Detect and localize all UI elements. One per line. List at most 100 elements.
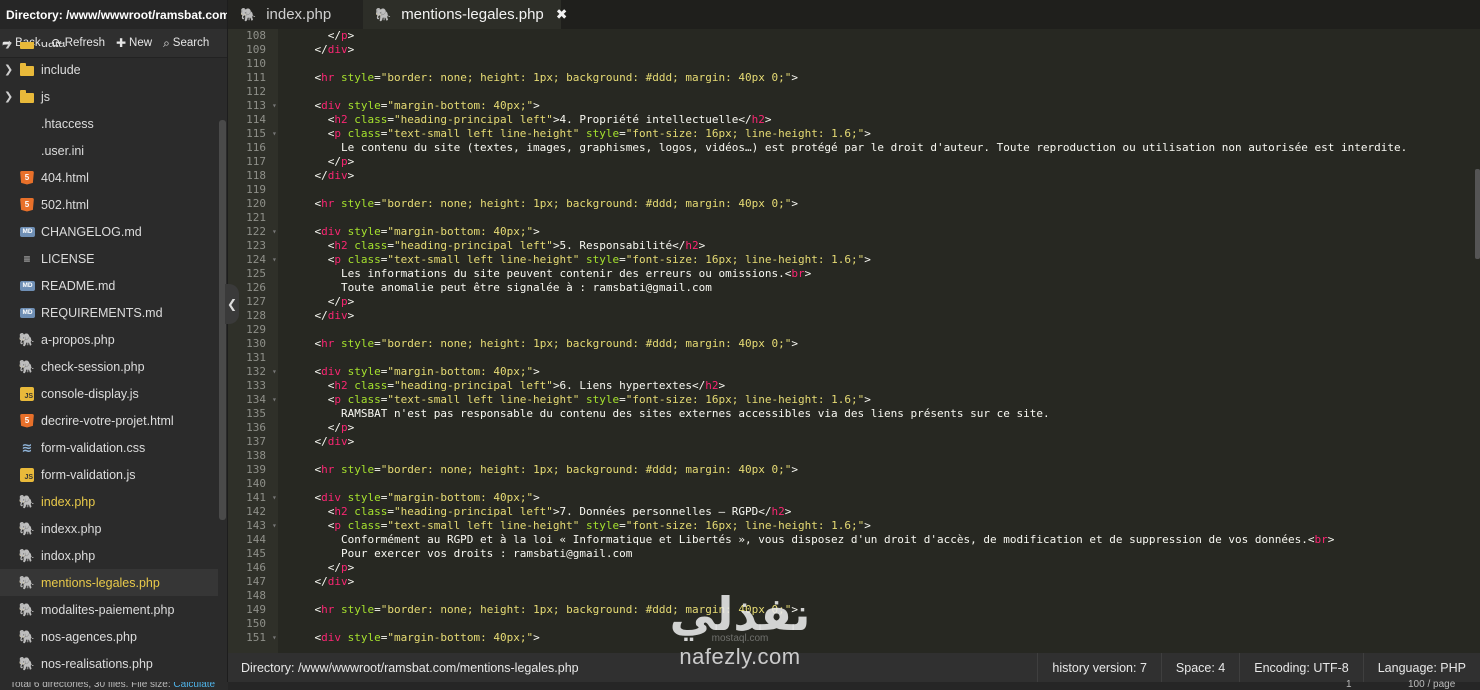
tree-item-js[interactable]: ❯ js xyxy=(0,83,218,110)
code-line[interactable]: 149 <hr style="border: none; height: 1px… xyxy=(246,603,1470,617)
editor-scrollbar[interactable] xyxy=(1475,169,1480,259)
code-token: Pour exercer vos droits : ramsbati@gmail… xyxy=(288,547,633,560)
fold-arrow-icon[interactable]: ▾ xyxy=(272,127,277,141)
chevron-right-icon[interactable]: ❯ xyxy=(4,63,14,76)
tree-item-label: a-propos.php xyxy=(41,332,115,347)
code-token: Les informations du site peuvent conteni… xyxy=(288,267,792,280)
code-line[interactable]: 113 ▾ <div style="margin-bottom: 40px;"> xyxy=(246,99,1470,113)
tree-item-a-propos[interactable]: 🐘 a-propos.php xyxy=(0,326,218,353)
code-line[interactable]: 115 ▾ <p class = "text-small left line-heig… xyxy=(246,127,1470,141)
tree-item-form-validation-js[interactable]: JS form-validation.js xyxy=(0,461,218,488)
calculate-link[interactable]: Calculate xyxy=(173,682,215,690)
tree-item-requirements[interactable]: MD REQUIREMENTS.md xyxy=(0,299,218,326)
code-editor[interactable]: 108 </p> 109 </div> 110 111 <hr style="bord… xyxy=(228,29,1480,653)
tree-item-nos-realisations[interactable]: 🐘 nos-realisations.php xyxy=(0,650,218,677)
tree-item-changelog[interactable]: MD CHANGELOG.md xyxy=(0,218,218,245)
code-line[interactable]: 126 Toute anomalie peut être signalée à … xyxy=(246,281,1470,295)
fold-arrow-icon[interactable]: ▾ xyxy=(272,491,277,505)
code-line[interactable]: 110 xyxy=(246,57,1470,71)
tree-item-include[interactable]: ❯ include xyxy=(0,56,218,83)
chevron-right-icon[interactable]: ❯ xyxy=(4,90,14,103)
code-line[interactable]: 131 xyxy=(246,351,1470,365)
tree-item-indexx-php[interactable]: 🐘 indexx.php xyxy=(0,515,218,542)
code-line[interactable]: 112 xyxy=(246,85,1470,99)
code-line[interactable]: 150 xyxy=(246,617,1470,631)
per-page-select[interactable]: 100 / page xyxy=(1408,680,1455,690)
code-token: class xyxy=(347,519,381,532)
code-line[interactable]: 108 </p> xyxy=(246,29,1470,43)
tree-item-502-html[interactable]: 5 502.html xyxy=(0,191,218,218)
code-line[interactable]: 118 </div> xyxy=(246,169,1470,183)
tree-item-data[interactable]: ❯ data xyxy=(0,42,218,56)
tree-item-license[interactable]: ≡ LICENSE xyxy=(0,245,218,272)
tab-index-php[interactable]: 🐘 index.php xyxy=(228,0,363,29)
code-line[interactable]: 143 ▾ <p class = "text-small left line-heig… xyxy=(246,519,1470,533)
code-line[interactable]: 133 <h2 class="heading-principal left">6… xyxy=(246,379,1470,393)
code-line[interactable]: 147 </div> xyxy=(246,575,1470,589)
code-line[interactable]: 142 <h2 class="heading-principal left">7… xyxy=(246,505,1470,519)
fold-arrow-icon[interactable]: ▾ xyxy=(272,365,277,379)
encoding-setting[interactable]: Encoding: UTF-8 xyxy=(1239,653,1362,682)
code-line[interactable]: 123 <h2 class="heading-principal left">5… xyxy=(246,239,1470,253)
chevron-right-icon[interactable]: ❯ xyxy=(4,42,14,49)
code-line[interactable]: 139 <hr style="border: none; height: 1px… xyxy=(246,463,1470,477)
code-line[interactable]: 151 ▾ <div style="margin-bottom: 40px;"> xyxy=(246,631,1470,645)
code-line[interactable]: 130 <hr style="border: none; height: 1px… xyxy=(246,337,1470,351)
history-version[interactable]: history version: 7 xyxy=(1037,653,1160,682)
code-token: </ xyxy=(288,575,328,588)
page-number[interactable]: 1 xyxy=(1346,680,1352,690)
code-line[interactable]: 121 xyxy=(246,211,1470,225)
tree-item-index-php[interactable]: 🐘 index.php xyxy=(0,488,218,515)
code-line[interactable]: 127 </p> xyxy=(246,295,1470,309)
code-line[interactable]: 128 </div> xyxy=(246,309,1470,323)
code-line[interactable]: 114 <h2 class="heading-principal left">4… xyxy=(246,113,1470,127)
close-icon[interactable]: ✖ xyxy=(556,6,568,23)
tree-item-modalites-paiement[interactable]: 🐘 modalites-paiement.php xyxy=(0,596,218,623)
tree-item-404-html[interactable]: 5 404.html xyxy=(0,164,218,191)
fold-arrow-icon[interactable]: ▾ xyxy=(272,225,277,239)
language-setting[interactable]: Language: PHP xyxy=(1362,653,1480,682)
code-line[interactable]: 138 xyxy=(246,449,1470,463)
tree-item-indox-php[interactable]: 🐘 indox.php xyxy=(0,542,218,569)
code-line[interactable]: 145 Pour exercer vos droits : ramsbati@g… xyxy=(246,547,1470,561)
code-line[interactable]: 116 Le contenu du site (textes, images, … xyxy=(246,141,1470,155)
code-line[interactable]: 124 ▾ <p class = "text-small left line-heig… xyxy=(246,253,1470,267)
code-line[interactable]: 146 </p> xyxy=(246,561,1470,575)
code-line[interactable]: 111 <hr style="border: none; height: 1px… xyxy=(246,71,1470,85)
code-line[interactable]: 120 <hr style="border: none; height: 1px… xyxy=(246,197,1470,211)
code-line[interactable]: 109 </div> xyxy=(246,43,1470,57)
code-token: > xyxy=(347,155,355,168)
code-line[interactable]: 117 </p> xyxy=(246,155,1470,169)
tree-item-check-session[interactable]: 🐘 check-session.php xyxy=(0,353,218,380)
tab-mentions-legales[interactable]: 🐘 mentions-legales.php ✖ xyxy=(363,0,568,29)
code-line[interactable]: 136 </p> xyxy=(246,421,1470,435)
code-line[interactable]: 137 </div> xyxy=(246,435,1470,449)
code-line[interactable]: 148 xyxy=(246,589,1470,603)
collapse-sidebar-button[interactable]: ❮ xyxy=(225,284,239,324)
code-line[interactable]: 144 Conformément au RGPD et à la loi « I… xyxy=(246,533,1470,547)
tree-item-mentions-legales[interactable]: 🐘 mentions-legales.php xyxy=(0,569,218,596)
tree-item-htaccess[interactable]: .htaccess xyxy=(0,110,218,137)
code-line[interactable]: 129 xyxy=(246,323,1470,337)
code-line[interactable]: 140 xyxy=(246,477,1470,491)
fold-arrow-icon[interactable]: ▾ xyxy=(272,631,277,645)
code-line[interactable]: 141 ▾ <div style="margin-bottom: 40px;"> xyxy=(246,491,1470,505)
code-line[interactable]: 134 ▾ <p class = "text-small left line-heig… xyxy=(246,393,1470,407)
tree-item-nos-agences[interactable]: 🐘 nos-agences.php xyxy=(0,623,218,650)
code-line[interactable]: 135 RAMSBAT n'est pas responsable du con… xyxy=(246,407,1470,421)
tree-item-user-ini[interactable]: .user.ini xyxy=(0,137,218,164)
code-line[interactable]: 132 ▾ <div style="margin-bottom: 40px;"> xyxy=(246,365,1470,379)
tree-item-console-display[interactable]: JS console-display.js xyxy=(0,380,218,407)
indent-setting[interactable]: Space: 4 xyxy=(1160,653,1239,682)
tree-item-decrire-votre-projet[interactable]: 5 decrire-votre-projet.html xyxy=(0,407,218,434)
tree-item-form-validation-css[interactable]: ≋ form-validation.css xyxy=(0,434,218,461)
code-area[interactable]: 108 </p> 109 </div> 110 111 <hr style="bord… xyxy=(246,29,1470,645)
fold-arrow-icon[interactable]: ▾ xyxy=(272,99,277,113)
fold-arrow-icon[interactable]: ▾ xyxy=(272,519,277,533)
code-line[interactable]: 125 Les informations du site peuvent con… xyxy=(246,267,1470,281)
fold-arrow-icon[interactable]: ▾ xyxy=(272,393,277,407)
fold-arrow-icon[interactable]: ▾ xyxy=(272,253,277,267)
tree-item-readme[interactable]: MD README.md xyxy=(0,272,218,299)
code-line[interactable]: 119 xyxy=(246,183,1470,197)
code-line[interactable]: 122 ▾ <div style="margin-bottom: 40px;"> xyxy=(246,225,1470,239)
